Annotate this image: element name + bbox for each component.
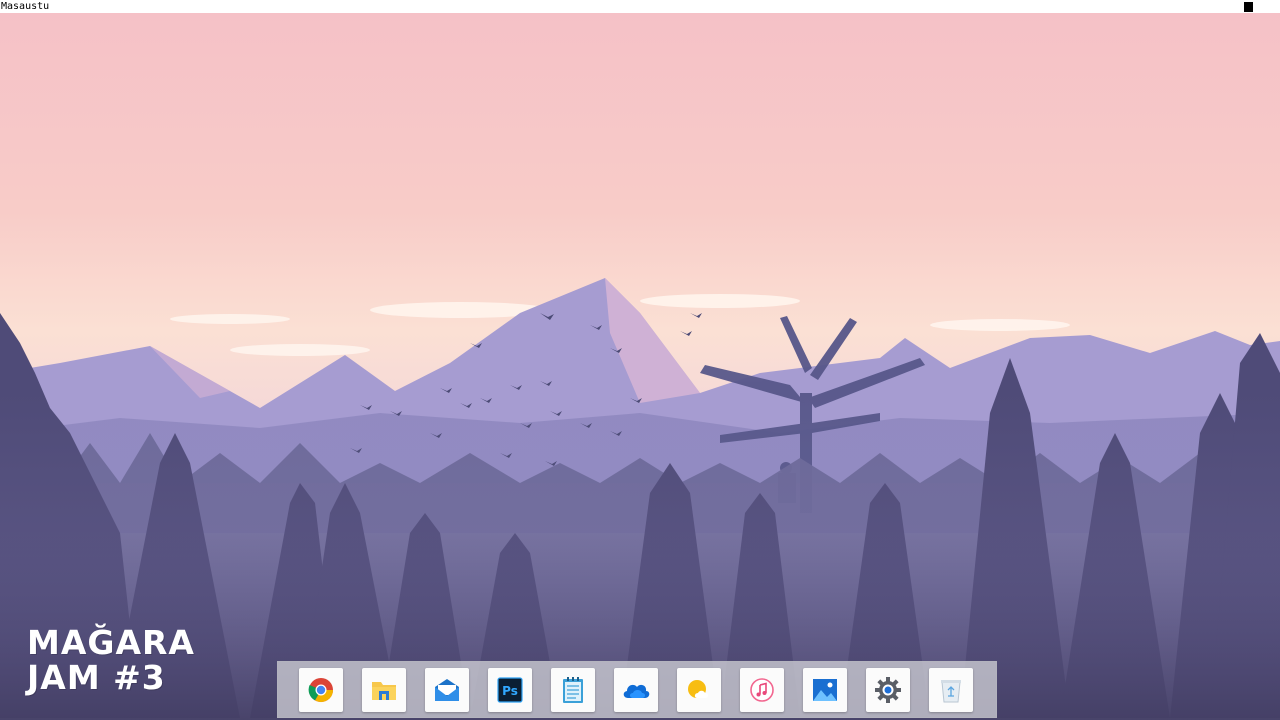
dock-item-chrome[interactable] — [299, 668, 343, 712]
square-indicator-icon[interactable] — [1244, 2, 1253, 12]
desktop-wallpaper — [0, 13, 1280, 720]
photos-icon — [813, 679, 837, 701]
dock-item-file-explorer[interactable] — [362, 668, 406, 712]
folder-icon — [372, 682, 396, 700]
top-bar: Masaustu — [0, 0, 1280, 13]
magara-jam-logo: MAĞARA JAM #3 — [27, 625, 195, 695]
window-title: Masaustu — [1, 1, 50, 12]
weather-icon — [688, 680, 708, 698]
wallpaper-landscape — [0, 13, 1280, 720]
dock-item-recycle-bin[interactable] — [929, 668, 973, 712]
cloud-icon — [623, 684, 650, 698]
music-icon — [750, 678, 774, 702]
dock: Ps — [277, 661, 997, 718]
mail-icon — [435, 679, 459, 701]
dock-item-music[interactable] — [740, 668, 784, 712]
recycle-bin-icon — [941, 680, 961, 703]
dock-item-notepad[interactable] — [551, 668, 595, 712]
logo-line-1: MAĞARA — [27, 623, 195, 662]
dock-item-photos[interactable] — [803, 668, 847, 712]
dock-item-weather[interactable] — [677, 668, 721, 712]
gear-icon — [875, 677, 901, 703]
dock-item-settings[interactable] — [866, 668, 910, 712]
notepad-icon — [563, 677, 583, 703]
chrome-icon — [308, 678, 333, 703]
photoshop-icon: Ps — [497, 677, 523, 703]
dock-item-mail[interactable] — [425, 668, 469, 712]
logo-line-2: JAM #3 — [27, 658, 166, 697]
dock-item-onedrive[interactable] — [614, 668, 658, 712]
dock-item-photoshop[interactable]: Ps — [488, 668, 532, 712]
photoshop-label: Ps — [502, 684, 518, 698]
